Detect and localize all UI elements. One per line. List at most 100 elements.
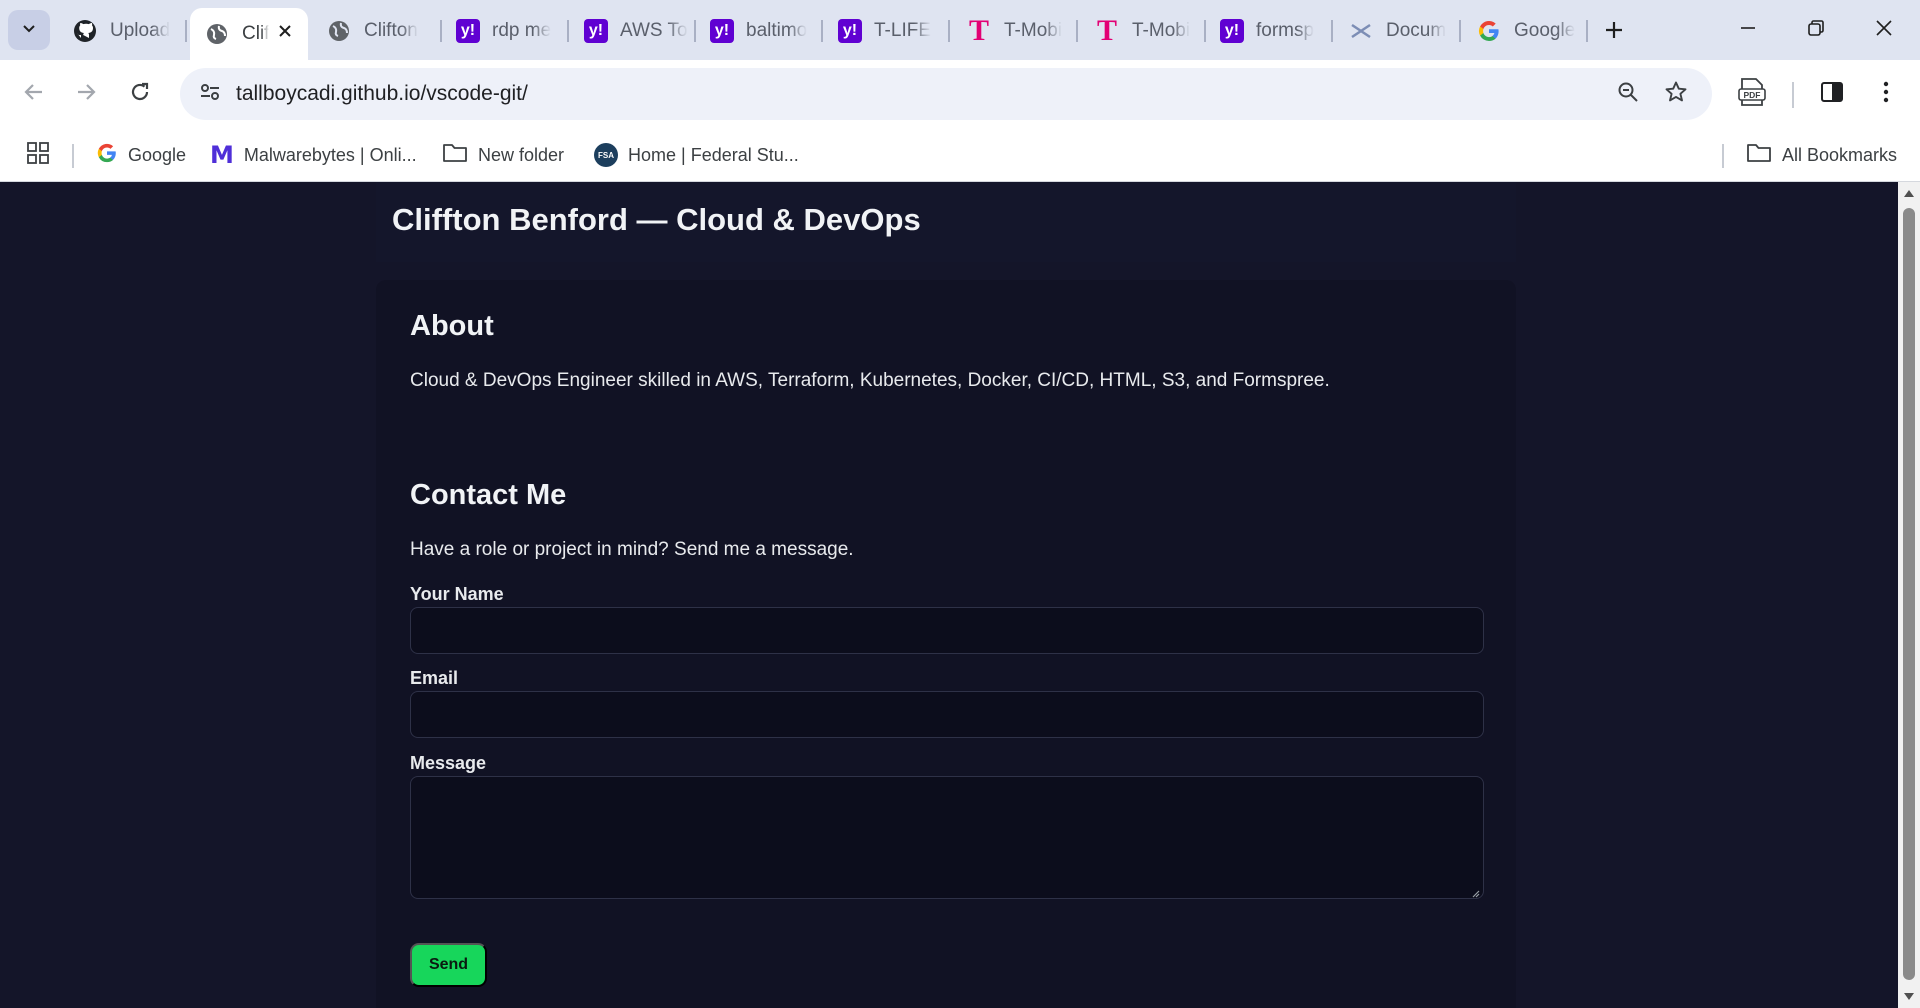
globe-icon — [204, 21, 230, 47]
tab-upload[interactable]: Upload — [58, 10, 184, 52]
yahoo-icon: y! — [584, 19, 608, 43]
new-tab-button[interactable] — [1596, 14, 1632, 50]
zoom-out-icon — [1617, 81, 1639, 108]
pdf-extension-button[interactable]: PDF — [1732, 74, 1772, 114]
tab-title: Google — [1514, 20, 1576, 41]
all-bookmarks-button[interactable]: All Bookmarks — [1746, 140, 1897, 170]
bookmark-google[interactable]: Google — [96, 140, 186, 170]
tab-strip: Upload Clif Clifton y! rdp me y! AWS To … — [0, 0, 1920, 60]
tab-title: Upload — [110, 20, 171, 41]
zoom-button[interactable] — [1610, 76, 1646, 112]
chevron-down-icon — [21, 20, 37, 41]
tab-tlife[interactable]: y! T-LIFE — [824, 10, 950, 52]
bookmark-new-folder[interactable]: New folder — [442, 140, 564, 170]
tab-clifton-active[interactable]: Clif — [190, 8, 308, 60]
plus-icon — [1604, 20, 1624, 45]
bookmarks-bar: Google M Malwarebytes | Onli... New fold… — [0, 128, 1920, 182]
site-info-button[interactable] — [192, 76, 228, 112]
tab-separator — [1459, 20, 1461, 42]
restore-icon — [1807, 19, 1825, 42]
bookmark-label: New folder — [478, 144, 565, 165]
tab-document[interactable]: Docum — [1334, 10, 1460, 52]
scroll-down-arrow-icon[interactable] — [1903, 992, 1915, 1002]
pdf-icon: PDF — [1738, 77, 1766, 112]
reload-icon — [129, 81, 151, 108]
malwarebytes-icon: M — [210, 141, 234, 169]
close-icon — [1875, 19, 1893, 42]
page-scrollbar[interactable] — [1898, 182, 1920, 1008]
globe-icon — [326, 18, 352, 44]
bookmark-label: Home | Federal Stu... — [628, 144, 799, 165]
tab-title: rdp me — [492, 20, 552, 41]
bookmark-label: Malwarebytes | Onli... — [243, 144, 417, 165]
tab-separator — [185, 20, 187, 42]
bookmark-star-button[interactable] — [1658, 76, 1694, 112]
reload-button[interactable] — [120, 74, 160, 114]
contact-heading: Contact Me — [410, 479, 567, 511]
toolbar-divider — [1792, 82, 1794, 108]
tab-aws[interactable]: y! AWS To — [570, 10, 696, 52]
tab-search-button[interactable] — [8, 10, 50, 50]
github-icon — [72, 18, 98, 44]
tab-separator — [567, 20, 569, 42]
fsa-icon: FSA — [594, 143, 618, 167]
message-label: Message — [410, 753, 487, 773]
back-button[interactable] — [14, 74, 54, 114]
tab-tmobile-2[interactable]: T T-Mobi — [1080, 10, 1206, 52]
tab-rdp[interactable]: y! rdp me — [442, 10, 568, 52]
contact-intro: Have a role or project in mind? Send me … — [410, 539, 854, 560]
send-button[interactable]: Send — [410, 943, 487, 987]
tab-google[interactable]: Google — [1462, 10, 1588, 52]
minimize-button[interactable] — [1726, 10, 1770, 50]
tab-separator — [1331, 20, 1333, 42]
minimize-icon — [1739, 19, 1757, 42]
forward-arrow-icon — [75, 81, 97, 108]
scrollbar-thumb[interactable] — [1903, 208, 1915, 980]
tab-separator — [1586, 20, 1588, 42]
bookmark-malwarebytes[interactable]: M Malwarebytes | Onli... — [210, 140, 417, 170]
tab-title: Clifton — [364, 20, 418, 41]
tab-clifton[interactable]: Clifton — [312, 10, 438, 52]
tab-separator — [1076, 20, 1078, 42]
resize-handle-icon[interactable] — [1470, 885, 1480, 898]
side-panel-button[interactable] — [1812, 74, 1852, 114]
url-text[interactable]: tallboycadi.github.io/vscode-git/ — [236, 82, 528, 106]
tab-baltimore[interactable]: y! baltimo — [696, 10, 822, 52]
name-input[interactable] — [410, 607, 1484, 654]
email-input[interactable] — [410, 691, 1484, 738]
tab-formspree[interactable]: y! formsp — [1206, 10, 1332, 52]
side-panel-icon — [1820, 80, 1844, 109]
bookmark-federal-student-aid[interactable]: FSA Home | Federal Stu... — [594, 140, 799, 170]
address-bar[interactable]: tallboycadi.github.io/vscode-git/ — [180, 68, 1712, 120]
tab-title: Clif — [242, 23, 270, 44]
menu-button[interactable] — [1866, 74, 1906, 114]
t-mobile-icon: T — [968, 14, 989, 47]
message-textarea[interactable] — [410, 776, 1484, 899]
bookmarks-divider — [72, 144, 74, 168]
tab-title: T-Mobi — [1132, 20, 1191, 41]
all-bookmarks-label: All Bookmarks — [1782, 144, 1898, 165]
name-label: Your Name — [410, 584, 504, 604]
about-heading: About — [410, 310, 494, 342]
close-tab-icon[interactable] — [274, 20, 296, 42]
tab-title: baltimo — [746, 20, 808, 41]
bookmarks-divider — [1722, 144, 1724, 168]
tune-icon — [199, 81, 221, 108]
scroll-up-arrow-icon[interactable] — [1903, 188, 1915, 198]
more-vert-icon — [1882, 80, 1890, 109]
close-window-button[interactable] — [1862, 10, 1906, 50]
email-label: Email — [410, 668, 459, 688]
star-icon — [1664, 80, 1688, 109]
tab-title: AWS To — [620, 20, 688, 41]
folder-icon — [1746, 142, 1772, 169]
tab-tmobile[interactable]: T T-Mobi — [952, 10, 1078, 52]
site-title: Cliffton Benford — Cloud & DevOps — [392, 202, 921, 237]
restore-button[interactable] — [1794, 10, 1838, 50]
apps-button[interactable] — [26, 140, 50, 170]
tab-separator — [821, 20, 823, 42]
yahoo-icon: y! — [710, 19, 734, 43]
document-icon — [1348, 18, 1374, 44]
yahoo-icon: y! — [456, 19, 480, 43]
site-header: Cliffton Benford — Cloud & DevOps — [376, 182, 1516, 262]
forward-button[interactable] — [66, 74, 106, 114]
